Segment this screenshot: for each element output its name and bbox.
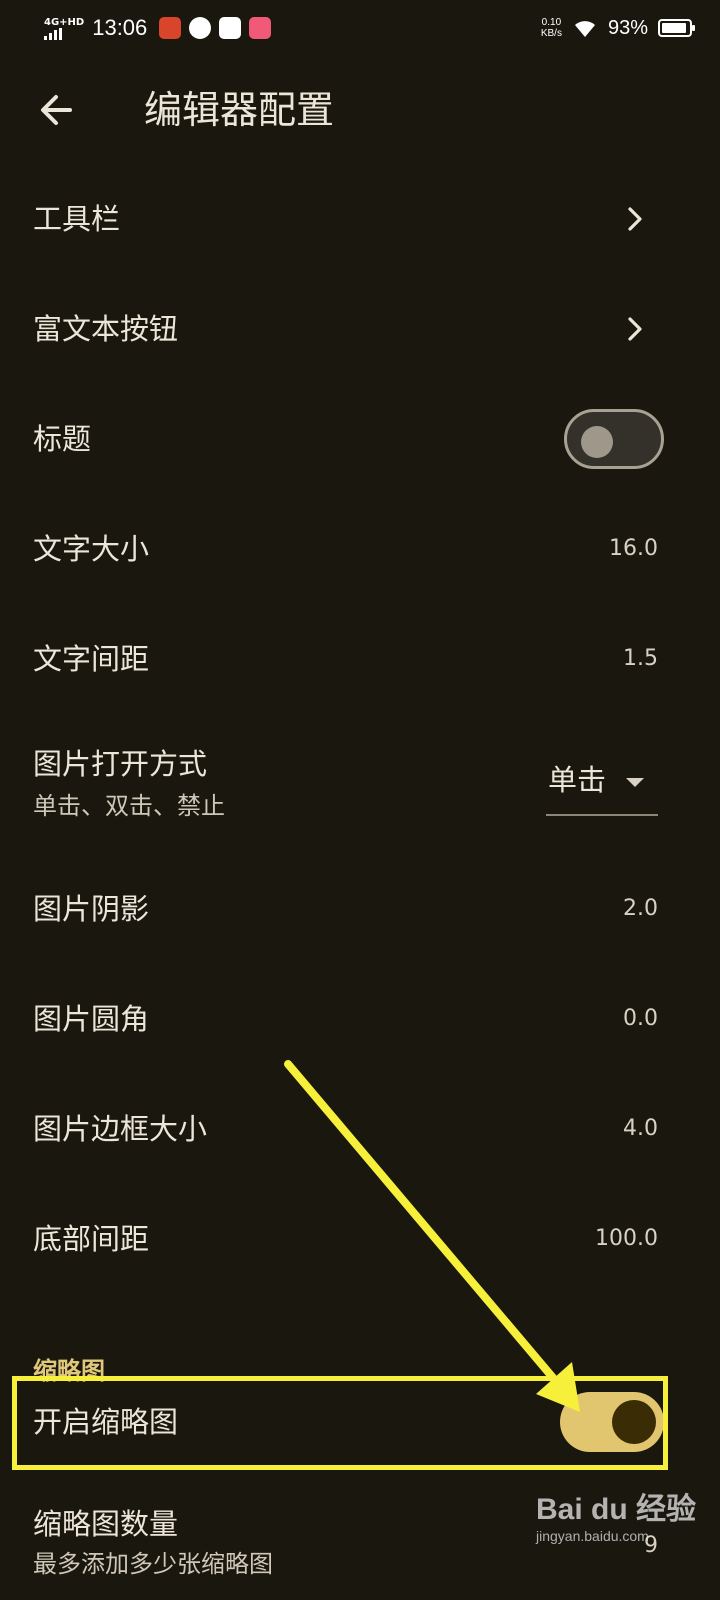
app-notification-icon — [159, 17, 182, 39]
clock: 13:06 — [92, 15, 148, 40]
setting-label: 文字大小 — [33, 532, 150, 566]
setting-row-font-size[interactable]: 文字大小 16.0 — [0, 494, 720, 604]
page-title: 编辑器配置 — [144, 88, 335, 132]
setting-value: 16.0 — [609, 536, 658, 561]
battery-percent: 93% — [607, 16, 648, 39]
chevron-right-icon — [628, 207, 642, 231]
setting-row-line-spacing[interactable]: 文字间距 1.5 — [0, 604, 720, 714]
back-button[interactable] — [32, 86, 80, 134]
setting-label: 标题 — [33, 422, 92, 456]
setting-label: 底部间距 — [33, 1222, 150, 1256]
status-bar: 4G+HD 13:06 0.10 KB/s 93% — [0, 0, 720, 56]
setting-label: 图片打开方式 — [33, 747, 208, 781]
setting-label: 文字间距 — [33, 642, 150, 676]
setting-row-image-shadow[interactable]: 图片阴影 2.0 — [0, 854, 720, 964]
setting-row-toolbar[interactable]: 工具栏 — [0, 164, 720, 274]
setting-row-bottom-padding[interactable]: 底部间距 100.0 — [0, 1184, 720, 1294]
setting-label: 缩略图数量 — [33, 1507, 179, 1541]
setting-value: 2.0 — [623, 896, 658, 921]
status-bar-right: 0.10 KB/s 93% — [541, 10, 695, 46]
toggle-knob — [581, 426, 613, 458]
network-indicator: 4G+HD — [44, 17, 84, 40]
chevron-right-icon — [628, 317, 642, 341]
setting-value: 0.0 — [623, 1006, 658, 1031]
dropdown-selected-value: 单击 — [548, 763, 607, 797]
caret-down-icon — [626, 778, 644, 787]
setting-value: 100.0 — [595, 1226, 658, 1251]
setting-label: 工具栏 — [33, 202, 121, 236]
speed-unit: KB/s — [540, 28, 562, 39]
battery-icon — [658, 19, 695, 37]
setting-subtitle: 单击、双击、禁止 — [33, 792, 225, 820]
setting-row-image-corner[interactable]: 图片圆角 0.0 — [0, 964, 720, 1074]
baidu-watermark: Bai du 经验 jingyan.baidu.com — [536, 1484, 696, 1564]
app-bar: 编辑器配置 — [0, 60, 720, 160]
speed-value: 0.10 — [541, 17, 562, 28]
image-open-mode-dropdown[interactable]: 单击 — [546, 748, 658, 816]
app-notification-icon — [219, 17, 242, 39]
back-arrow-icon — [41, 95, 72, 125]
setting-row-image-border[interactable]: 图片边框大小 4.0 — [0, 1074, 720, 1184]
setting-label: 富文本按钮 — [33, 312, 179, 346]
signal-icon — [44, 27, 62, 40]
setting-row-title[interactable]: 标题 — [0, 384, 720, 494]
setting-subtitle: 最多添加多少张缩略图 — [33, 1550, 273, 1578]
wifi-icon — [574, 21, 595, 37]
annotation-highlight-box — [12, 1376, 668, 1470]
setting-row-image-open-mode: 图片打开方式 单击、双击、禁止 单击 — [0, 722, 720, 852]
status-bar-left: 4G+HD 13:06 — [44, 10, 279, 46]
title-toggle[interactable] — [564, 409, 664, 469]
network-type: 4G+HD — [44, 16, 85, 28]
setting-row-rich-text-buttons[interactable]: 富文本按钮 — [0, 274, 720, 384]
watermark-logo-text: Bai du 经验 — [536, 1493, 697, 1526]
setting-value: 1.5 — [623, 646, 658, 671]
setting-value: 4.0 — [623, 1116, 658, 1141]
setting-label: 图片圆角 — [33, 1002, 150, 1036]
app-notification-icon — [249, 17, 272, 39]
network-speed: 0.10 KB/s — [541, 17, 562, 39]
battery-level-fill — [662, 23, 686, 33]
watermark-url: jingyan.baidu.com — [536, 1528, 649, 1544]
setting-label: 图片边框大小 — [33, 1112, 208, 1146]
app-notification-icon — [189, 17, 212, 39]
setting-label: 图片阴影 — [33, 892, 150, 926]
